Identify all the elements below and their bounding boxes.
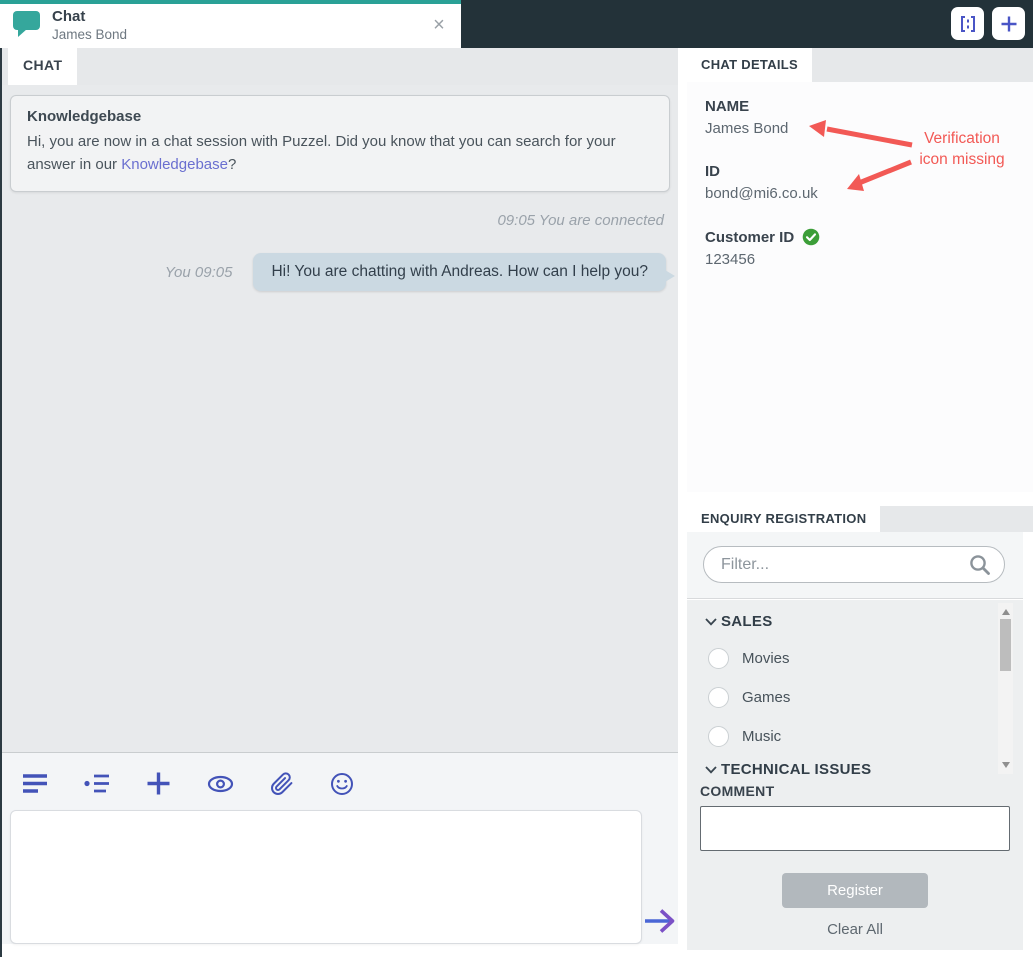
agent-message-row: You 09:05 Hi! You are chatting with Andr… bbox=[10, 253, 675, 291]
knowledgebase-link[interactable]: Knowledgebase bbox=[121, 156, 228, 173]
chevron-down-icon bbox=[705, 765, 717, 774]
arrow-right-icon bbox=[645, 909, 675, 933]
message-input[interactable] bbox=[10, 810, 642, 944]
filter-field[interactable] bbox=[703, 546, 1005, 583]
emoji-icon[interactable] bbox=[330, 772, 354, 796]
chat-message-area: Knowledgebase Hi, you are now in a chat … bbox=[2, 85, 678, 752]
session-tab-title: Chat bbox=[52, 8, 86, 26]
session-tab-subtitle: James Bond bbox=[52, 26, 128, 42]
field-label-name: NAME bbox=[705, 98, 750, 115]
option-movies[interactable]: Movies bbox=[687, 648, 1023, 669]
tab-enquiry-registration[interactable]: ENQUIRY REGISTRATION bbox=[687, 506, 881, 532]
panel-divider bbox=[678, 48, 687, 957]
list-icon[interactable] bbox=[84, 773, 110, 794]
enquiry-filter-section bbox=[687, 532, 1023, 599]
option-label: Movies bbox=[742, 650, 790, 667]
group-label: SALES bbox=[721, 613, 773, 630]
attachment-icon[interactable] bbox=[270, 771, 294, 796]
filter-input[interactable] bbox=[704, 555, 969, 574]
scroll-down-icon[interactable] bbox=[1001, 762, 1010, 768]
knowledgebase-text-before: Hi, you are now in a chat session with P… bbox=[27, 133, 616, 173]
composer-toolbar bbox=[22, 771, 354, 796]
radio-games[interactable] bbox=[708, 687, 729, 708]
radio-music[interactable] bbox=[708, 726, 729, 747]
option-label: Games bbox=[742, 689, 791, 706]
field-value-name: James Bond bbox=[705, 120, 789, 137]
list-scrollbar[interactable] bbox=[998, 603, 1013, 774]
comment-section: COMMENT Register Clear All bbox=[687, 776, 1023, 950]
radio-movies[interactable] bbox=[708, 648, 729, 669]
chat-panel: CHAT Knowledgebase Hi, you are now in a … bbox=[2, 48, 678, 957]
option-label: Music bbox=[742, 728, 782, 745]
search-icon[interactable] bbox=[969, 554, 991, 576]
knowledgebase-title: Knowledgebase bbox=[27, 108, 142, 125]
chat-tab-row: CHAT bbox=[2, 48, 678, 85]
scrollbar-thumb[interactable] bbox=[1000, 619, 1011, 671]
chat-details-tab-row: CHAT DETAILS bbox=[687, 48, 1033, 82]
align-left-icon[interactable] bbox=[22, 773, 48, 794]
comment-input[interactable] bbox=[700, 806, 1010, 851]
group-header-technical-issues[interactable]: TECHNICAL ISSUES bbox=[687, 761, 1023, 777]
split-view-button[interactable] bbox=[951, 7, 984, 40]
field-value-id: bond@mi6.co.uk bbox=[705, 185, 818, 202]
register-button[interactable]: Register bbox=[782, 873, 928, 908]
right-panel: CHAT DETAILS NAME James Bond ID bond@mi6… bbox=[687, 48, 1033, 957]
tab-chat-details[interactable]: CHAT DETAILS bbox=[687, 48, 812, 82]
preview-eye-icon[interactable] bbox=[207, 775, 234, 793]
header-actions bbox=[951, 7, 1025, 40]
close-tab-icon[interactable]: × bbox=[427, 13, 451, 37]
category-list: SALES Movies Games Music TECHNICAL ISSUE… bbox=[687, 600, 1023, 777]
send-message-button[interactable] bbox=[643, 905, 679, 940]
knowledgebase-text-after: ? bbox=[227, 155, 237, 173]
plus-icon[interactable] bbox=[146, 771, 171, 796]
composer bbox=[2, 752, 678, 944]
field-label-id: ID bbox=[705, 163, 720, 180]
field-value-customer-id: 123456 bbox=[705, 251, 756, 268]
enquiry-tab-row: ENQUIRY REGISTRATION bbox=[687, 506, 1033, 532]
top-bar: Chat James Bond × bbox=[0, 0, 1033, 48]
group-header-sales[interactable]: SALES bbox=[687, 613, 1023, 630]
comment-label: COMMENT bbox=[700, 783, 775, 799]
connected-status: 09:05 You are connected bbox=[497, 212, 664, 229]
new-tab-button[interactable] bbox=[992, 7, 1025, 40]
annotation-arrows bbox=[809, 120, 913, 191]
new-tab-plus-icon bbox=[1001, 16, 1016, 31]
tab-chat[interactable]: CHAT bbox=[8, 48, 78, 85]
field-label-customer-id: Customer ID bbox=[705, 228, 795, 246]
knowledgebase-text: Hi, you are now in a chat session with P… bbox=[27, 131, 627, 176]
group-label: TECHNICAL ISSUES bbox=[721, 761, 872, 777]
chevron-down-icon bbox=[705, 617, 717, 626]
chat-bubble-icon bbox=[12, 10, 42, 43]
verified-check-icon bbox=[802, 228, 820, 246]
active-session-tab[interactable]: Chat James Bond × bbox=[0, 0, 461, 48]
split-view-icon bbox=[960, 15, 975, 32]
scroll-up-icon[interactable] bbox=[1001, 609, 1010, 615]
option-games[interactable]: Games bbox=[687, 687, 1023, 708]
chat-details-panel: NAME James Bond ID bond@mi6.co.uk Custom… bbox=[687, 82, 1033, 492]
message-meta: You 09:05 bbox=[164, 263, 233, 281]
clear-all-link[interactable]: Clear All bbox=[700, 921, 1010, 938]
knowledgebase-message: Knowledgebase Hi, you are now in a chat … bbox=[10, 95, 670, 192]
message-bubble: Hi! You are chatting with Andreas. How c… bbox=[253, 253, 675, 291]
option-music[interactable]: Music bbox=[687, 726, 1023, 747]
